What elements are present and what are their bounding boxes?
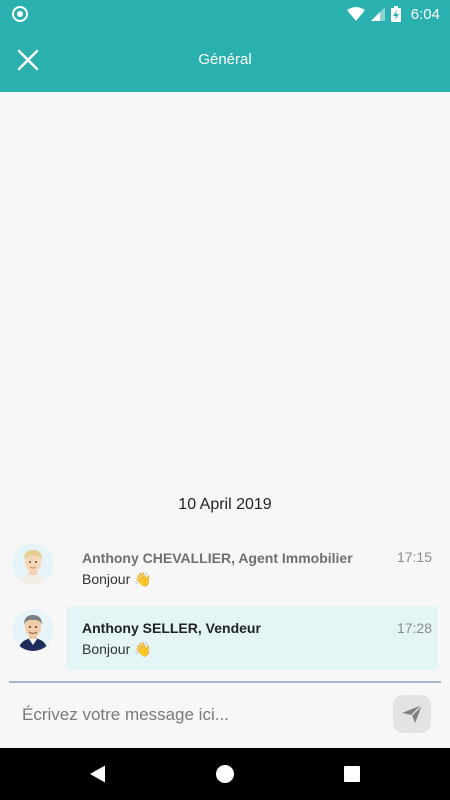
home-button[interactable]: [215, 764, 235, 784]
signal-icon: [370, 7, 385, 21]
message-sender: Anthony SELLER, Vendeur: [82, 620, 261, 636]
date-separator: 10 April 2019: [178, 496, 272, 513]
system-nav-bar: [0, 748, 450, 800]
message-bubble: Anthony SELLER, Vendeur 17:28 Bonjour 👋: [66, 606, 438, 670]
message-item[interactable]: Anthony CHEVALLIER, Agent Immobilier 17:…: [0, 541, 450, 595]
message-text: Bonjour 👋: [82, 571, 152, 587]
message-time: 17:28: [396, 620, 432, 636]
recents-icon: [344, 766, 360, 782]
app-bar: Général: [0, 28, 450, 92]
send-icon: [402, 704, 423, 723]
message-item[interactable]: Anthony SELLER, Vendeur 17:28 Bonjour 👋: [0, 606, 450, 670]
wifi-icon: [346, 7, 365, 21]
recents-button[interactable]: [342, 764, 362, 784]
message-bubble: Anthony CHEVALLIER, Agent Immobilier 17:…: [66, 541, 438, 595]
battery-charging-icon: [390, 6, 401, 22]
status-dot-icon: [12, 6, 28, 22]
status-clock: 6:04: [410, 5, 440, 23]
message-text: Bonjour 👋: [82, 641, 152, 657]
back-icon: [90, 765, 105, 783]
message-composer: [0, 680, 450, 748]
agent-avatar-icon[interactable]: [12, 543, 54, 585]
status-icons: 6:04: [346, 0, 440, 28]
message-sender: Anthony CHEVALLIER, Agent Immobilier: [82, 550, 353, 566]
status-bar: 6:04: [0, 0, 450, 28]
back-button[interactable]: [88, 764, 108, 784]
message-input[interactable]: [22, 698, 372, 732]
composer-divider: [9, 681, 441, 683]
send-button[interactable]: [393, 695, 431, 733]
seller-avatar-icon[interactable]: [12, 609, 54, 651]
page-title: Général: [198, 51, 252, 68]
conversation-area[interactable]: 10 April 2019 Anthony CHEVALLIER, Agent …: [0, 92, 450, 680]
home-icon: [216, 765, 234, 783]
message-time: 17:15: [396, 549, 432, 565]
